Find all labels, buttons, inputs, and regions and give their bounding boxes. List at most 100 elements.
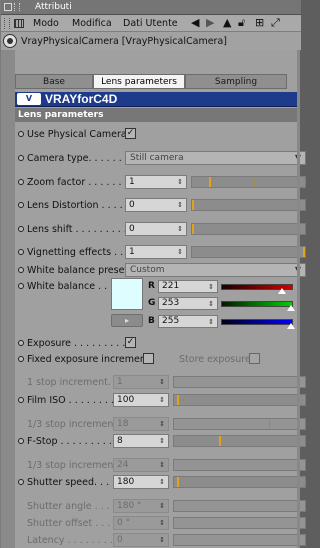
animation-dot-icon[interactable] xyxy=(18,356,24,362)
latency-slider[interactable] xyxy=(173,534,306,546)
lens-shift-slider[interactable] xyxy=(191,223,306,235)
animation-dot-icon[interactable] xyxy=(18,226,24,232)
color-picker-button[interactable]: ▸ xyxy=(111,314,143,327)
third-stop-18-slider[interactable] xyxy=(173,418,306,430)
red-input[interactable]: 221 ⇕ xyxy=(158,280,218,293)
animation-dot-icon[interactable] xyxy=(18,202,24,208)
lock-icon[interactable]: 🔓︎ xyxy=(238,17,245,29)
shutter-speed-input[interactable]: 180 ⇕ xyxy=(113,475,169,489)
animation-dot-icon[interactable] xyxy=(18,283,24,289)
tab-base[interactable]: Base xyxy=(15,74,93,89)
animation-dot-icon[interactable] xyxy=(18,479,24,485)
new-window-icon[interactable]: ⊞ xyxy=(255,17,264,29)
lens-distortion-input[interactable]: 0 ⇕ xyxy=(125,198,187,212)
menu-modifica[interactable]: Modifica xyxy=(72,18,112,29)
animation-dot-icon[interactable] xyxy=(18,155,24,161)
blue-input[interactable]: 255 ⇕ xyxy=(158,315,218,328)
window-menu-icon[interactable] xyxy=(4,3,12,11)
shutter-offset-input[interactable]: 0 ° ⇕ xyxy=(113,516,169,530)
slider-thumb[interactable] xyxy=(192,224,194,234)
white-balance-swatch[interactable] xyxy=(111,278,143,310)
stop-increment-slider[interactable] xyxy=(173,376,306,388)
spinner-icon[interactable]: ⇕ xyxy=(159,394,165,406)
latency-input[interactable]: 0 ⇕ xyxy=(113,533,169,547)
exposure-checkbox[interactable]: ✓ xyxy=(125,337,136,348)
param-label: 1/3 stop increment xyxy=(27,460,118,471)
green-slider-knob[interactable] xyxy=(287,305,295,311)
slider-thumb[interactable] xyxy=(303,247,305,257)
expand-icon[interactable]: ⤢ xyxy=(271,17,280,29)
up-arrow-icon[interactable]: ▲ xyxy=(223,17,231,29)
lens-shift-input[interactable]: 0 ⇕ xyxy=(125,222,187,236)
zoom-factor-input[interactable]: 1 ⇕ xyxy=(125,175,187,189)
back-arrow-icon[interactable]: ◀ xyxy=(191,17,199,29)
animation-dot-icon[interactable] xyxy=(18,397,24,403)
shutter-angle-slider[interactable] xyxy=(173,500,306,512)
spinner-icon[interactable]: ⇕ xyxy=(159,376,165,388)
camera-type-dropdown[interactable]: Still camera ▼ xyxy=(125,151,306,165)
lens-distortion-slider[interactable] xyxy=(191,199,306,211)
animation-dot-icon[interactable] xyxy=(18,340,24,346)
animation-dot-icon[interactable] xyxy=(18,179,24,185)
stop-increment-input[interactable]: 1 ⇕ xyxy=(113,375,169,389)
menu-dati-utente[interactable]: Dati Utente xyxy=(123,18,178,29)
use-physical-camera-checkbox[interactable]: ✓ xyxy=(125,128,136,139)
animation-dot-icon[interactable] xyxy=(18,438,24,444)
layout-icon[interactable] xyxy=(14,19,24,28)
film-iso-input[interactable]: 100 ⇕ xyxy=(113,393,169,407)
slider-thumb[interactable] xyxy=(219,436,221,446)
spinner-icon[interactable]: ⇕ xyxy=(159,476,165,488)
animation-dot-icon[interactable] xyxy=(18,249,24,255)
store-exposure-checkbox[interactable] xyxy=(249,353,260,364)
shutter-angle-input[interactable]: 180 ° ⇕ xyxy=(113,499,169,513)
menu-grip-icon[interactable] xyxy=(4,18,10,29)
red-slider-knob[interactable] xyxy=(278,288,286,294)
forward-arrow-icon[interactable]: ▶ xyxy=(206,17,214,29)
drag-handle-icon[interactable] xyxy=(14,3,20,11)
slider-thumb[interactable] xyxy=(192,200,194,210)
spinner-icon[interactable]: ⇕ xyxy=(159,459,165,471)
green-input[interactable]: 253 ⇕ xyxy=(158,297,218,310)
wb-presets-dropdown[interactable]: Custom ▼ xyxy=(125,263,306,277)
animation-dot-icon[interactable] xyxy=(18,131,24,137)
spinner-icon[interactable]: ⇕ xyxy=(177,223,183,235)
spinner-icon[interactable]: ⇕ xyxy=(208,281,214,293)
spinner-icon[interactable]: ⇕ xyxy=(208,316,214,328)
shutter-offset-slider[interactable] xyxy=(173,517,306,529)
spinner-icon[interactable]: ⇕ xyxy=(159,435,165,447)
slider-thumb[interactable] xyxy=(209,177,211,187)
vignetting-slider[interactable] xyxy=(191,246,306,258)
fixed-exposure-checkbox[interactable] xyxy=(143,353,154,364)
spinner-icon[interactable]: ⇕ xyxy=(177,246,183,258)
film-iso-slider[interactable] xyxy=(173,394,306,406)
vignetting-input[interactable]: 1 ⇕ xyxy=(125,245,187,259)
spinner-icon[interactable]: ⇕ xyxy=(159,500,165,512)
tab-sampling[interactable]: Sampling xyxy=(185,74,287,89)
menu-modo[interactable]: Modo xyxy=(33,18,59,29)
field-value: 1 xyxy=(117,377,123,387)
third-stop-24-slider[interactable] xyxy=(173,459,306,471)
spinner-icon[interactable]: ⇕ xyxy=(177,176,183,188)
spinner-icon[interactable]: ⇕ xyxy=(159,534,165,546)
blue-slider-knob[interactable] xyxy=(287,323,295,329)
animation-dot-icon[interactable] xyxy=(18,267,24,273)
zoom-factor-slider[interactable] xyxy=(191,176,306,188)
f-stop-slider[interactable] xyxy=(173,435,306,447)
scrollbar[interactable] xyxy=(297,50,300,548)
title-bar[interactable]: Attributi xyxy=(1,0,301,15)
spinner-icon[interactable]: ⇕ xyxy=(177,199,183,211)
param-camera-type: Camera type. . . . . . . . . Still camer… xyxy=(15,150,306,166)
f-stop-input[interactable]: 8 ⇕ xyxy=(113,434,169,448)
shutter-speed-slider[interactable] xyxy=(173,476,306,488)
spinner-icon[interactable]: ⇕ xyxy=(159,418,165,430)
blue-slider[interactable] xyxy=(221,319,293,325)
slider-thumb[interactable] xyxy=(177,395,179,405)
green-slider[interactable] xyxy=(221,301,293,307)
tab-lens-parameters[interactable]: Lens parameters xyxy=(93,74,185,89)
spinner-icon[interactable]: ⇕ xyxy=(208,298,214,310)
third-stop-18-input[interactable]: 18 ⇕ xyxy=(113,417,169,431)
slider-thumb[interactable] xyxy=(177,477,179,487)
third-stop-24-input[interactable]: 24 ⇕ xyxy=(113,458,169,472)
param-third-stop-18: 1/3 stop increment 18 ⇕ xyxy=(15,416,306,432)
spinner-icon[interactable]: ⇕ xyxy=(159,517,165,529)
